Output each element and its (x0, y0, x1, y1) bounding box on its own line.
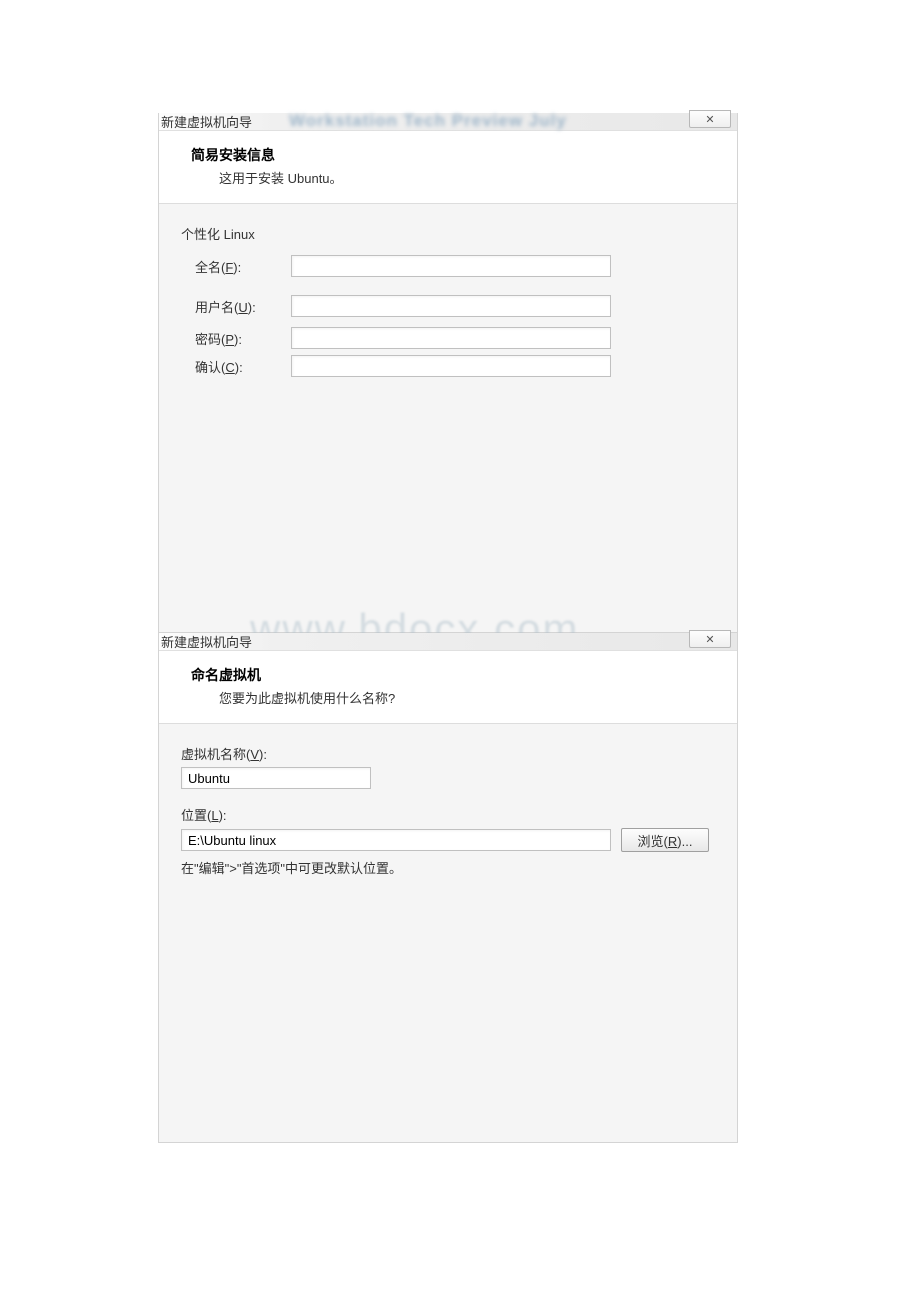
location-input-row: 浏览(R)... (181, 828, 715, 852)
title-bar: 新建虚拟机向导 ✕ (159, 633, 737, 651)
close-button[interactable]: ✕ (689, 630, 731, 648)
header-title: 命名虚拟机 (191, 665, 721, 685)
title-bar: 新建虚拟机向导 Workstation Tech Preview July ✕ (159, 113, 737, 131)
close-icon: ✕ (705, 113, 714, 126)
username-input[interactable] (291, 295, 611, 317)
header-subtitle: 这用于安装 Ubuntu。 (191, 168, 721, 187)
username-label: 用户名(U): (181, 297, 291, 316)
browse-button[interactable]: 浏览(R)... (621, 828, 709, 852)
new-vm-wizard-dialog-name-vm: 新建虚拟机向导 ✕ 命名虚拟机 您要为此虚拟机使用什么名称? 虚拟机名称(V):… (158, 633, 738, 1143)
vmname-label: 虚拟机名称(V): (181, 744, 715, 763)
form-body: 虚拟机名称(V): 位置(L): 浏览(R)... 在"编辑">"首选项"中可更… (159, 724, 737, 897)
vmname-group: 虚拟机名称(V): (181, 744, 715, 789)
vmname-input[interactable] (181, 767, 371, 789)
location-input[interactable] (181, 829, 611, 851)
close-button[interactable]: ✕ (689, 110, 731, 128)
background-app-title: Workstation Tech Preview July (289, 111, 567, 131)
header-title: 简易安装信息 (191, 145, 721, 165)
location-group: 位置(L): 浏览(R)... (181, 805, 715, 852)
password-row: 密码(P): (181, 327, 715, 349)
form-body: 个性化 Linux 全名(F): 用户名(U): 密码(P): 确认(C): (159, 204, 737, 403)
close-icon: ✕ (705, 633, 714, 646)
confirm-input[interactable] (291, 355, 611, 377)
location-label: 位置(L): (181, 805, 715, 824)
wizard-title: 新建虚拟机向导 (161, 112, 252, 131)
fullname-row: 全名(F): (181, 255, 715, 277)
personalize-linux-label: 个性化 Linux (181, 224, 715, 243)
fullname-label: 全名(F): (181, 257, 291, 276)
dialog-header: 命名虚拟机 您要为此虚拟机使用什么名称? (159, 651, 737, 724)
password-input[interactable] (291, 327, 611, 349)
confirm-row: 确认(C): (181, 355, 715, 377)
fullname-input[interactable] (291, 255, 611, 277)
dialog-header: 简易安装信息 这用于安装 Ubuntu。 (159, 131, 737, 204)
new-vm-wizard-dialog-easy-install: 新建虚拟机向导 Workstation Tech Preview July ✕ … (158, 113, 738, 633)
wizard-title: 新建虚拟机向导 (161, 632, 252, 651)
location-hint: 在"编辑">"首选项"中可更改默认位置。 (181, 858, 715, 877)
username-row: 用户名(U): (181, 295, 715, 317)
confirm-label: 确认(C): (181, 357, 291, 376)
password-label: 密码(P): (181, 329, 291, 348)
header-subtitle: 您要为此虚拟机使用什么名称? (191, 688, 721, 707)
